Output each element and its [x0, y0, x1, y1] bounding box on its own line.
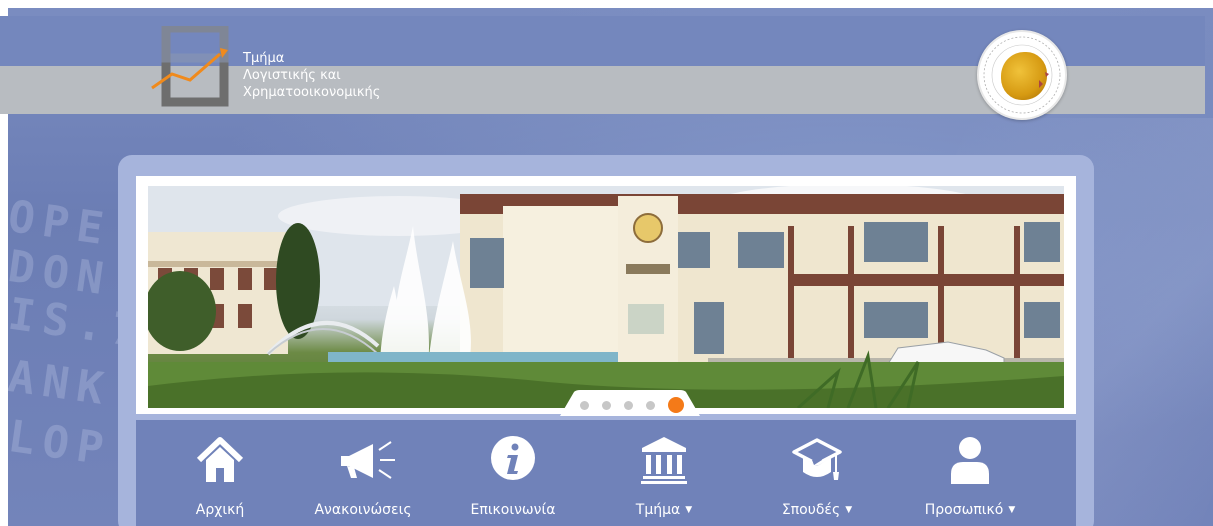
nav-item-staff[interactable]: Προσωπικό ▼: [910, 432, 1030, 526]
slider-dot-3[interactable]: [624, 401, 633, 410]
home-icon: [196, 437, 244, 482]
department-name-line-1: Τμήμα: [243, 51, 285, 66]
graduation-cap-icon: [792, 438, 842, 480]
slider-dot-4[interactable]: [646, 401, 655, 410]
info-icon: [491, 436, 535, 480]
chevron-down-icon: ▼: [845, 505, 853, 515]
seal-ring-icon: [983, 36, 1061, 114]
nav-label-department: Τμήμα ▼: [604, 502, 724, 518]
department-logo[interactable]: [150, 26, 240, 108]
nav-label-staff: Προσωπικό ▼: [910, 502, 1030, 518]
slider-dot-5-active[interactable]: [668, 397, 684, 413]
slider-image-campus[interactable]: [148, 186, 1064, 408]
nav-label-studies-text: Σπουδές: [781, 502, 841, 518]
nav-label-announcements: Ανακοινώσεις: [314, 502, 412, 518]
department-name-line-2: Λογιστικής και: [243, 68, 341, 83]
megaphone-icon: [341, 441, 395, 479]
nav-label-staff-text: Προσωπικό: [924, 502, 1004, 518]
nav-item-contact[interactable]: Επικοινωνία: [453, 432, 573, 526]
department-name-line-3: Χρηματοοικονομικής: [243, 85, 381, 100]
nav-item-studies[interactable]: Σπουδές ▼: [757, 432, 877, 526]
person-icon: [951, 437, 989, 484]
background-graphic-ticker: ANK: [8, 351, 115, 416]
chevron-down-icon: ▼: [1008, 505, 1016, 515]
background-graphic-ticker: LOP: [8, 411, 115, 476]
nav-label-home: Αρχική: [195, 502, 245, 518]
nav-item-announcements[interactable]: Ανακοινώσεις: [303, 432, 423, 526]
nav-item-home[interactable]: Αρχική: [160, 432, 280, 526]
nav-label-department-text: Τμήμα: [635, 502, 681, 518]
building-icon: [641, 437, 687, 484]
chevron-down-icon: ▼: [685, 505, 693, 515]
slider-dot-1[interactable]: [580, 401, 589, 410]
university-seal[interactable]: [977, 30, 1067, 120]
nav-label-contact: Επικοινωνία: [470, 502, 556, 518]
department-name: Τμήμα Λογιστικής και Χρηματοοικονομικής: [243, 50, 503, 101]
slider-dot-2[interactable]: [602, 401, 611, 410]
nav-label-studies: Σπουδές ▼: [757, 502, 877, 518]
nav-item-department[interactable]: Τμήμα ▼: [604, 432, 724, 526]
